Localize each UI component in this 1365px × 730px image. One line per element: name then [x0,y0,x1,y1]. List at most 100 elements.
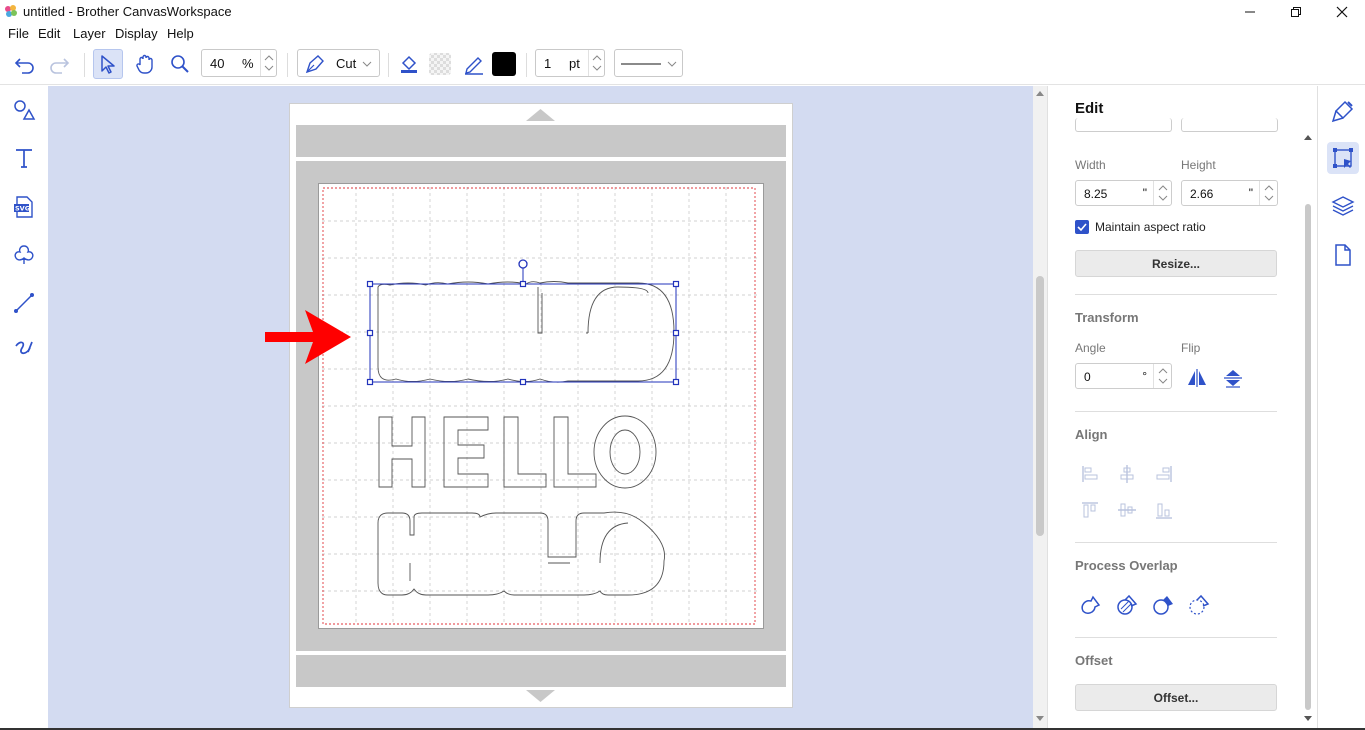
zoom-value: 40 [210,56,225,71]
zoom-tool-button[interactable] [165,49,195,79]
layers-icon [1331,196,1355,216]
select-tool-button[interactable] [93,49,123,79]
shapes-tool-button[interactable] [9,95,39,125]
redo-button[interactable] [44,49,74,79]
rotate-handle[interactable] [518,259,528,269]
menu-file[interactable]: File [8,26,29,41]
height-stepper[interactable] [1259,181,1277,205]
freehand-icon [15,341,33,355]
angle-label: Angle [1075,341,1106,355]
fill-tool-button[interactable] [394,49,424,79]
flip-vertical-icon [1224,370,1242,388]
offset-button[interactable]: Offset... [1075,684,1277,711]
menu-edit[interactable]: Edit [38,26,60,41]
hello-outline-text[interactable] [378,415,657,489]
line-color-swatch[interactable] [489,49,519,79]
chevron-down-icon [667,61,677,67]
canvas-scroll-thumb[interactable] [1036,276,1044,536]
edit-transform-icon [1333,148,1353,168]
angle-stepper[interactable] [1153,364,1171,388]
align-title: Align [1075,427,1108,442]
intersect-button[interactable] [1115,593,1139,617]
selection-box[interactable] [366,259,680,386]
divide-icon [1189,594,1210,615]
angle-input[interactable]: 0 ° [1075,363,1172,389]
width-unit: " [1142,186,1147,200]
shapes-icon [14,100,36,120]
maintain-aspect-checkbox[interactable] [1075,220,1089,234]
minimize-button[interactable] [1227,0,1273,23]
pattern-tool-button[interactable] [9,240,39,270]
mode-dropdown[interactable]: Cut [297,49,380,77]
chevron-down-icon [362,61,372,67]
layers-panel-button[interactable] [1327,190,1359,222]
scroll-down-icon [1304,716,1312,721]
zoom-stepper[interactable] [260,50,276,76]
zoom-level-input[interactable]: 40 % [201,49,277,77]
panel-switcher [1317,86,1365,730]
height-value: 2.66 [1190,187,1214,201]
weld-button[interactable] [1079,593,1103,617]
width-input[interactable]: 8.25 " [1075,180,1172,206]
stepper-arrows-icon [1158,368,1168,384]
paint-icon [1331,100,1354,123]
feed-up-arrow-icon[interactable] [526,109,555,121]
edit-panel: Edit Width Height 8.25 " 2.66 " Maintain… [1047,86,1317,730]
hello-bubble-text[interactable] [377,511,666,596]
align-right-icon [1156,466,1172,482]
fill-color-swatch[interactable] [425,49,455,79]
menu-layer[interactable]: Layer [73,26,106,41]
svg-import-button[interactable]: SVG [9,192,39,222]
text-tool-button[interactable] [9,143,39,173]
scroll-up-icon [1304,135,1312,140]
feed-down-arrow-icon[interactable] [526,690,555,702]
subtract-button[interactable] [1151,593,1175,617]
line-width-input[interactable]: 1 pt [535,49,605,77]
x-position-field[interactable] [1075,118,1172,132]
line-tool-button[interactable] [9,288,39,318]
pencil-icon [465,57,483,75]
title-bar: untitled - Brother CanvasWorkspace [0,0,1365,23]
section-divider [1075,542,1277,543]
line-style-dropdown[interactable] [614,49,683,77]
restore-button[interactable] [1273,0,1319,23]
resize-button[interactable]: Resize... [1075,250,1277,277]
edit-panel-scroll-thumb[interactable] [1305,204,1311,710]
maintain-aspect-label: Maintain aspect ratio [1095,220,1206,234]
align-right-button [1152,462,1176,486]
page-panel-button[interactable] [1327,239,1359,271]
edit-panel-button[interactable] [1327,142,1359,174]
menu-display[interactable]: Display [115,26,158,41]
close-button[interactable] [1319,0,1365,23]
flip-horizontal-icon [1188,369,1206,387]
width-stepper[interactable] [1153,181,1171,205]
divide-button[interactable] [1187,593,1211,617]
process-overlap-title: Process Overlap [1075,558,1178,573]
restore-icon [1291,6,1301,17]
main-toolbar: 40 % Cut 1 pt [0,43,1365,85]
offset-title: Offset [1075,653,1113,668]
line-color-box [492,52,516,76]
flip-vertical-button[interactable] [1221,366,1245,390]
pan-tool-button[interactable] [130,49,160,79]
line-width-stepper[interactable] [588,50,604,76]
top-feed-band [296,125,786,157]
line-color-tool-button[interactable] [459,49,489,79]
scroll-up-icon [1036,91,1044,96]
freehand-tool-button[interactable] [9,335,39,365]
bottom-feed-band [296,655,786,687]
y-position-field[interactable] [1181,118,1278,132]
menu-help[interactable]: Help [167,26,194,41]
edit-panel-scrollbar[interactable] [1300,128,1316,728]
align-left-button [1078,462,1102,486]
hand-icon [136,54,153,74]
paint-panel-button[interactable] [1327,95,1359,127]
flip-horizontal-button[interactable] [1185,366,1209,390]
height-input[interactable]: 2.66 " [1181,180,1278,206]
design-canvas[interactable] [318,183,764,629]
canvas-vertical-scrollbar[interactable] [1033,86,1047,730]
flip-label: Flip [1181,341,1201,355]
pattern-icon [14,245,34,264]
undo-button[interactable] [10,49,40,79]
edit-panel-title: Edit [1075,100,1104,117]
